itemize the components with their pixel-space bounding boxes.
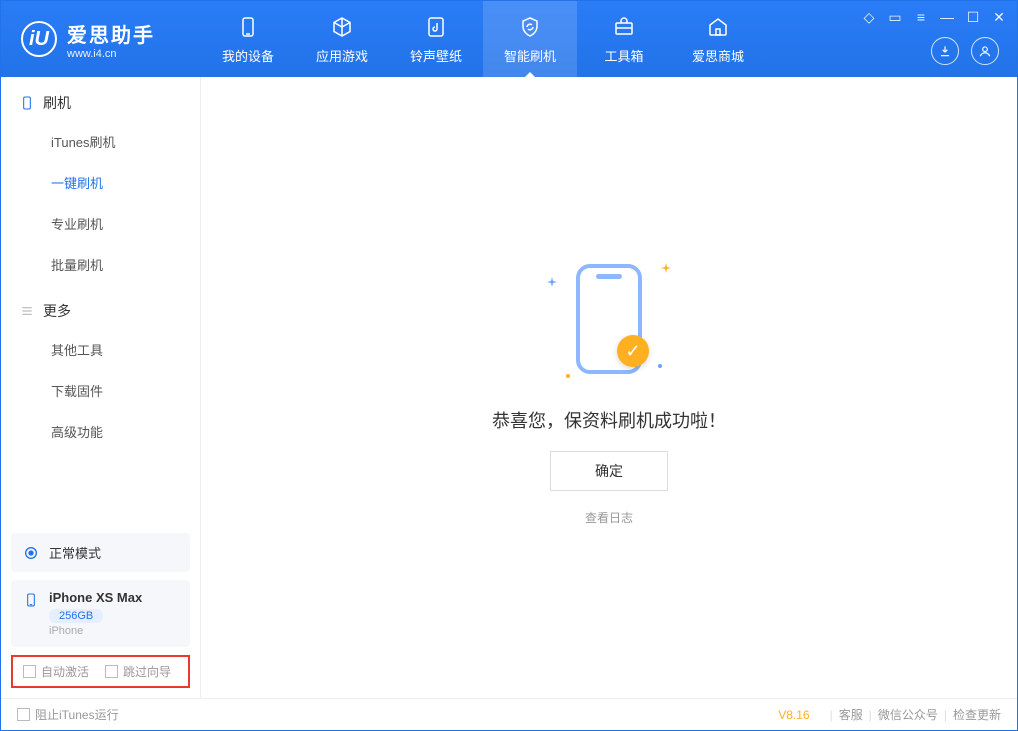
menu-icon[interactable]: ≡ (913, 9, 929, 25)
version-label: V8.16 (778, 708, 809, 722)
status-right: V8.16 | 客服 | 微信公众号 | 检查更新 (778, 706, 1001, 723)
sparkle-icon (563, 371, 573, 381)
nav-label: 铃声壁纸 (410, 46, 462, 65)
nav-label: 智能刷机 (504, 46, 556, 65)
sparkle-icon (661, 263, 671, 273)
device-icon (234, 13, 262, 41)
downloads-button[interactable] (931, 37, 959, 65)
status-bar: 阻止iTunes运行 V8.16 | 客服 | 微信公众号 | 检查更新 (1, 698, 1017, 730)
mode-label: 正常模式 (49, 543, 101, 562)
device-icon (23, 592, 39, 608)
check-badge-icon: ✓ (617, 335, 649, 367)
nav-tab-store[interactable]: 爱思商城 (671, 1, 765, 77)
sidebar: 刷机 iTunes刷机 一键刷机 专业刷机 批量刷机 更多 其他工具 下载固件 … (1, 77, 201, 698)
sidebar-item-pro-flash[interactable]: 专业刷机 (1, 203, 200, 244)
checkbox-auto-activate[interactable]: 自动激活 (23, 663, 89, 680)
nav-tab-flash[interactable]: 智能刷机 (483, 1, 577, 77)
logo-text: 爱思助手 www.i4.cn (67, 19, 155, 60)
music-file-icon (422, 13, 450, 41)
app-name: 爱思助手 (67, 19, 155, 48)
ok-button[interactable]: 确定 (550, 451, 668, 491)
sidebar-item-batch-flash[interactable]: 批量刷机 (1, 244, 200, 285)
mode-card[interactable]: 正常模式 (11, 533, 190, 572)
phone-icon (19, 95, 35, 111)
sidebar-section-flash: 刷机 (1, 77, 200, 121)
view-log-link[interactable]: 查看日志 (585, 509, 633, 526)
checkbox-bar-highlight: 自动激活 跳过向导 (11, 655, 190, 688)
nav-label: 工具箱 (604, 46, 643, 65)
success-message: 恭喜您，保资料刷机成功啦！ (492, 407, 726, 433)
toolbox-icon (610, 13, 638, 41)
sidebar-section-more: 更多 (1, 285, 200, 329)
skin-icon[interactable]: ▭ (887, 9, 903, 25)
checkbox-label: 阻止iTunes运行 (35, 706, 119, 723)
sidebar-item-other-tools[interactable]: 其他工具 (1, 329, 200, 370)
decoration-icon[interactable]: ◇ (861, 9, 877, 25)
section-title: 刷机 (43, 93, 71, 113)
sparkle-icon (655, 361, 665, 371)
checkbox-label: 自动激活 (41, 663, 89, 680)
checkbox-skip-guide[interactable]: 跳过向导 (105, 663, 171, 680)
link-wechat[interactable]: 微信公众号 (878, 706, 938, 723)
list-icon (19, 303, 35, 319)
checkbox-icon (17, 708, 30, 721)
checkbox-block-itunes[interactable]: 阻止iTunes运行 (17, 706, 119, 723)
sidebar-item-itunes-flash[interactable]: iTunes刷机 (1, 121, 200, 162)
sidebar-item-advanced[interactable]: 高级功能 (1, 411, 200, 452)
sidebar-items-flash: iTunes刷机 一键刷机 专业刷机 批量刷机 (1, 121, 200, 285)
mode-icon (23, 545, 39, 561)
nav-tab-device[interactable]: 我的设备 (201, 1, 295, 77)
success-illustration: ✓ (539, 249, 679, 389)
store-icon (704, 13, 732, 41)
body: 刷机 iTunes刷机 一键刷机 专业刷机 批量刷机 更多 其他工具 下载固件 … (1, 77, 1017, 698)
device-type: iPhone (49, 625, 142, 637)
link-check-update[interactable]: 检查更新 (953, 706, 1001, 723)
link-support[interactable]: 客服 (839, 706, 863, 723)
close-button[interactable]: ✕ (991, 9, 1007, 25)
sidebar-item-onekey-flash[interactable]: 一键刷机 (1, 162, 200, 203)
device-panel: 正常模式 iPhone XS Max 256GB iPhone 自动激活 (1, 523, 200, 698)
sidebar-item-download-firmware[interactable]: 下载固件 (1, 370, 200, 411)
device-capacity: 256GB (49, 609, 103, 623)
device-name: iPhone XS Max (49, 590, 142, 605)
app-window: iU 爱思助手 www.i4.cn 我的设备 应用游戏 铃声壁纸 智能刷机 (0, 0, 1018, 731)
app-logo-icon: iU (21, 21, 57, 57)
sparkle-icon (547, 277, 557, 287)
account-button[interactable] (971, 37, 999, 65)
window-controls: ◇ ▭ ≡ — ☐ ✕ (861, 9, 1007, 25)
cube-icon (328, 13, 356, 41)
minimize-button[interactable]: — (939, 9, 955, 25)
sidebar-items-more: 其他工具 下载固件 高级功能 (1, 329, 200, 452)
top-bar: iU 爱思助手 www.i4.cn 我的设备 应用游戏 铃声壁纸 智能刷机 (1, 1, 1017, 77)
checkbox-icon (23, 665, 36, 678)
nav-tab-toolbox[interactable]: 工具箱 (577, 1, 671, 77)
top-right-buttons (931, 37, 999, 65)
nav-label: 我的设备 (222, 46, 274, 65)
device-card[interactable]: iPhone XS Max 256GB iPhone (11, 580, 190, 647)
checkbox-icon (105, 665, 118, 678)
checkbox-label: 跳过向导 (123, 663, 171, 680)
section-title: 更多 (43, 301, 71, 321)
shield-refresh-icon (516, 13, 544, 41)
logo-area: iU 爱思助手 www.i4.cn (1, 19, 201, 60)
nav-tab-apps[interactable]: 应用游戏 (295, 1, 389, 77)
nav-label: 应用游戏 (316, 46, 368, 65)
maximize-button[interactable]: ☐ (965, 9, 981, 25)
nav-tabs: 我的设备 应用游戏 铃声壁纸 智能刷机 工具箱 爱思商城 (201, 1, 765, 77)
app-url: www.i4.cn (67, 48, 155, 60)
nav-label: 爱思商城 (692, 46, 744, 65)
main-content: ✓ 恭喜您，保资料刷机成功啦！ 确定 查看日志 (201, 77, 1017, 698)
nav-tab-ringtones[interactable]: 铃声壁纸 (389, 1, 483, 77)
